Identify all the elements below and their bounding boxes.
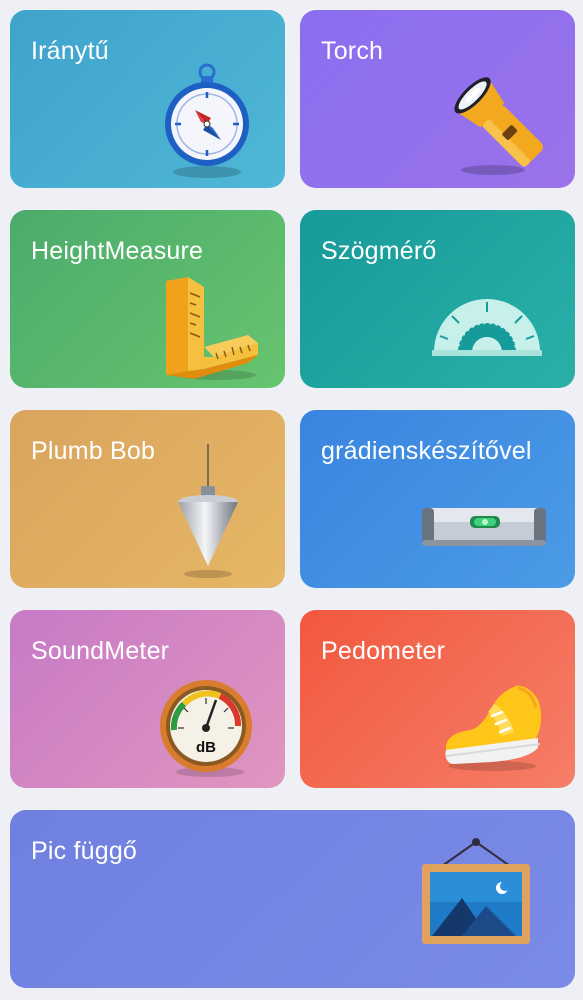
torch-tile[interactable]: Torch xyxy=(300,10,575,188)
picture-hanger-tile[interactable]: Pic függő xyxy=(10,810,575,988)
spirit-level-icon xyxy=(422,508,546,546)
height-measure-label: HeightMeasure xyxy=(31,237,204,265)
protractor-label: Szögmérő xyxy=(321,237,437,265)
height-measure-tile[interactable]: HeightMeasure xyxy=(10,210,285,388)
plumb-bob-tile[interactable]: Plumb Bob xyxy=(10,410,285,588)
spirit-level-tile[interactable]: grádienskészítővel xyxy=(300,410,575,588)
compass-icon xyxy=(165,63,249,178)
decibel-unit: dB xyxy=(196,739,216,756)
pedometer-label: Pedometer xyxy=(321,637,446,665)
protractor-icon xyxy=(432,299,542,356)
picture-frame-icon xyxy=(422,838,530,944)
plumb-bob-icon xyxy=(178,444,238,578)
compass-label: Iránytű xyxy=(31,37,109,65)
shoe-icon xyxy=(445,685,541,771)
sound-meter-icon: dB xyxy=(160,680,252,777)
torch-label: Torch xyxy=(321,37,384,65)
protractor-tile[interactable]: Szögmérő xyxy=(300,210,575,388)
spirit-level-label: grádienskészítővel xyxy=(321,437,532,465)
compass-tile[interactable]: Iránytű xyxy=(10,10,285,188)
ruler-icon xyxy=(166,277,258,380)
flashlight-icon xyxy=(454,77,543,175)
picture-hanger-label: Pic függő xyxy=(31,837,138,865)
sound-meter-label: SoundMeter xyxy=(31,637,170,665)
plumb-bob-label: Plumb Bob xyxy=(31,437,156,465)
sound-meter-tile[interactable]: SoundMeter dB xyxy=(10,610,285,788)
pedometer-tile[interactable]: Pedometer xyxy=(300,610,575,788)
